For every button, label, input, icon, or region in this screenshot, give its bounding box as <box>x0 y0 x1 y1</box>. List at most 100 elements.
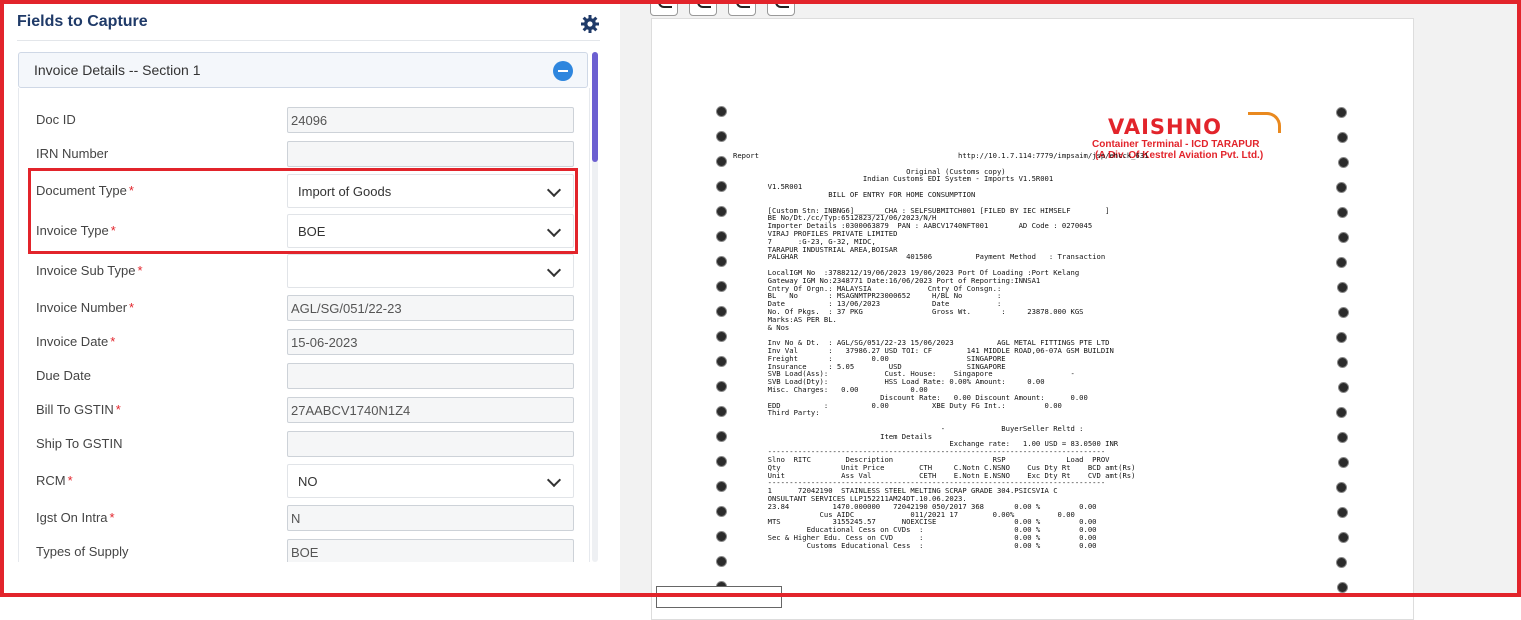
zoom-out-icon[interactable] <box>767 0 795 16</box>
punch-hole <box>716 456 727 467</box>
rcm-select[interactable]: NO <box>287 464 574 498</box>
punch-hole <box>1336 407 1347 418</box>
punch-hole <box>1337 282 1348 293</box>
form-fields: Doc ID 24096 IRN Number Document Type * I… <box>18 88 590 562</box>
gear-icon[interactable] <box>580 14 600 34</box>
punch-hole <box>1337 207 1348 218</box>
logo-text: VAISHNO <box>1108 115 1223 139</box>
punch-hole <box>716 556 727 567</box>
ship-to-gstin-input[interactable] <box>287 431 574 457</box>
required-marker: * <box>129 300 135 315</box>
row-bill-to-gstin: Bill To GSTIN * 27AABCV1740N1Z4 <box>19 393 589 427</box>
row-types-of-supply: Types of Supply BOE <box>19 535 589 562</box>
field-label: Ship To GSTIN <box>36 436 123 451</box>
punch-hole <box>716 381 727 392</box>
minus-circle-icon[interactable] <box>553 61 573 81</box>
required-marker: * <box>109 510 115 525</box>
punch-hole <box>1337 132 1348 143</box>
due-date-input[interactable] <box>287 363 574 389</box>
doc-line: Report http://10.1.7.114:7779/impsaim/js… <box>733 151 1149 160</box>
chevron-down-icon <box>546 472 562 488</box>
required-marker: * <box>115 402 121 417</box>
punch-hole <box>716 281 727 292</box>
punch-hole <box>716 106 727 117</box>
field-label: Igst On Intra * <box>36 510 115 525</box>
doc-line: Third Party: <box>733 408 820 418</box>
punch-hole <box>716 306 727 317</box>
invoice-date-input[interactable]: 15-06-2023 <box>287 329 574 355</box>
punch-hole <box>716 506 727 517</box>
field-label: Doc ID <box>36 112 76 127</box>
row-ship-to-gstin: Ship To GSTIN <box>19 427 589 461</box>
field-label: Types of Supply <box>36 544 129 559</box>
field-label: IRN Number <box>36 146 109 161</box>
required-marker: * <box>110 334 116 349</box>
bill-to-gstin-input[interactable]: 27AABCV1740N1Z4 <box>287 397 574 423</box>
highlight-box <box>28 168 578 254</box>
invoice-number-input[interactable]: AGL/SG/051/22-23 <box>287 295 574 321</box>
required-marker: * <box>137 263 143 278</box>
section-title: Invoice Details -- Section 1 <box>34 62 201 78</box>
row-irn-number: IRN Number <box>19 137 589 171</box>
field-label: RCM * <box>36 473 73 488</box>
punch-hole <box>1337 582 1348 593</box>
punch-hole <box>1336 332 1347 343</box>
punch-hole <box>1338 532 1349 543</box>
row-due-date: Due Date <box>19 359 589 393</box>
punch-hole <box>716 481 727 492</box>
punch-hole <box>716 231 727 242</box>
punch-hole <box>716 531 727 542</box>
scrollbar-thumb[interactable] <box>592 52 598 162</box>
divider <box>17 40 600 41</box>
punch-hole <box>716 256 727 267</box>
punch-hole <box>1337 432 1348 443</box>
punch-hole <box>1337 357 1348 368</box>
punch-hole <box>716 131 727 142</box>
required-marker: * <box>67 473 73 488</box>
section-header[interactable]: Invoice Details -- Section 1 <box>18 52 588 88</box>
punch-hole <box>1336 482 1347 493</box>
select-value: NO <box>298 474 318 489</box>
doc-line: PALGHAR 401506 Payment Method : Transact… <box>733 252 1106 262</box>
punch-hole <box>1338 382 1349 393</box>
invoice-sub-type-select[interactable] <box>287 254 574 288</box>
punch-hole <box>716 156 727 167</box>
field-label: Invoice Date * <box>36 334 116 349</box>
logo-swoosh <box>1248 112 1281 133</box>
punch-hole <box>716 431 727 442</box>
punch-hole <box>716 406 727 417</box>
punch-hole <box>1336 107 1347 118</box>
logo-line-1: Container Terminal - ICD TARAPUR <box>1092 139 1260 150</box>
zoom-in-icon[interactable] <box>728 0 756 16</box>
field-label: Invoice Number * <box>36 300 135 315</box>
row-invoice-number: Invoice Number * AGL/SG/051/22-23 <box>19 291 589 325</box>
rotate-right-icon[interactable] <box>689 0 717 16</box>
igst-on-intra-input[interactable]: N <box>287 505 574 531</box>
punch-hole <box>716 181 727 192</box>
punch-hole <box>1336 557 1347 568</box>
row-rcm: RCM * NO <box>19 464 589 498</box>
punch-hole <box>1336 182 1347 193</box>
row-invoice-sub-type: Invoice Sub Type * <box>19 254 589 288</box>
row-igst-on-intra: Igst On Intra * N <box>19 501 589 535</box>
doc-line: & Nos <box>733 322 790 332</box>
scanned-document-text: Report http://10.1.7.114:7779/impsaim/js… <box>733 152 1148 550</box>
doc-id-input[interactable]: 24096 <box>287 107 574 133</box>
chevron-down-icon <box>546 262 562 278</box>
field-label: Due Date <box>36 368 91 383</box>
types-of-supply-input[interactable]: BOE <box>287 539 574 562</box>
fields-panel: Fields to Capture Invoice Details -- Sec… <box>0 0 620 597</box>
field-label: Invoice Sub Type * <box>36 263 143 278</box>
punch-hole <box>1337 507 1348 518</box>
punch-hole <box>716 331 727 342</box>
punch-hole <box>1338 307 1349 318</box>
page-indicator-box <box>656 586 782 608</box>
doc-line: BILL OF ENTRY FOR HOME CONSUMPTION <box>733 189 976 199</box>
punch-hole <box>716 206 727 217</box>
rotate-left-icon[interactable] <box>650 0 678 16</box>
irn-number-input[interactable] <box>287 141 574 167</box>
punch-hole <box>716 356 727 367</box>
doc-line: Marks:AS PER BL. <box>733 314 837 324</box>
row-invoice-date: Invoice Date * 15-06-2023 <box>19 325 589 359</box>
punch-hole <box>1336 257 1347 268</box>
